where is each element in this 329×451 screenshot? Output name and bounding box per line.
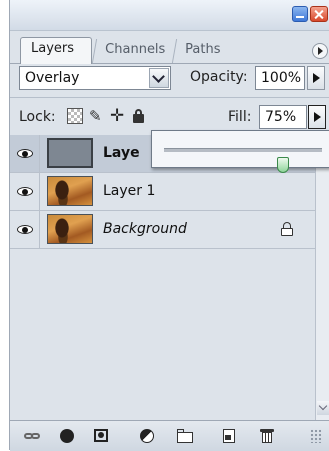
minimize-icon[interactable] bbox=[292, 6, 308, 22]
divider bbox=[10, 97, 329, 98]
layer-name: Laye bbox=[103, 145, 140, 161]
fill-slider-popup bbox=[151, 130, 329, 173]
eye-icon bbox=[17, 225, 33, 234]
tab-paths-label: Paths bbox=[185, 42, 221, 57]
new-layer-icon[interactable] bbox=[220, 428, 238, 444]
blend-mode-select[interactable]: Overlay bbox=[19, 66, 171, 90]
lock-position-move-icon[interactable]: ✛ bbox=[110, 108, 126, 125]
trash-icon[interactable] bbox=[258, 428, 276, 444]
layer-name: Background bbox=[103, 221, 187, 237]
visibility-toggle[interactable] bbox=[10, 135, 40, 172]
tab-channels[interactable]: Channels bbox=[91, 39, 179, 63]
visibility-toggle[interactable] bbox=[10, 211, 40, 248]
resize-grip-icon[interactable] bbox=[310, 429, 322, 443]
layer-thumbnail bbox=[47, 176, 93, 206]
layer-row[interactable]: Background bbox=[10, 211, 315, 249]
tab-paths[interactable]: Paths bbox=[171, 39, 239, 63]
close-icon[interactable] bbox=[310, 6, 328, 22]
chevron-down-icon[interactable] bbox=[149, 68, 169, 88]
layers-toolbar bbox=[10, 420, 329, 451]
panel-titlebar bbox=[10, 0, 329, 31]
visibility-toggle[interactable] bbox=[10, 173, 40, 210]
lock-label: Lock: bbox=[19, 109, 56, 125]
new-group-folder-icon[interactable] bbox=[176, 428, 194, 444]
layer-thumbnail bbox=[47, 214, 93, 244]
layer-row[interactable]: Layer 1 bbox=[10, 173, 315, 211]
link-layers-icon[interactable] bbox=[24, 428, 42, 444]
tab-layers[interactable]: Layers bbox=[20, 37, 92, 64]
eye-icon bbox=[17, 149, 33, 158]
layers-scrollbar[interactable] bbox=[315, 135, 329, 420]
layer-style-fx-icon[interactable] bbox=[58, 428, 76, 444]
opacity-slider-arrow-icon[interactable] bbox=[307, 66, 325, 90]
fill-label: Fill: bbox=[228, 109, 252, 125]
add-mask-icon[interactable] bbox=[92, 428, 110, 444]
lock-icon bbox=[280, 222, 294, 236]
panel-tabs: Layers Channels Paths bbox=[10, 35, 329, 64]
layer-name: Layer 1 bbox=[103, 183, 156, 199]
layer-thumbnail bbox=[47, 138, 93, 168]
panel-menu-arrow-icon[interactable] bbox=[312, 43, 328, 59]
tab-channels-label: Channels bbox=[105, 42, 166, 57]
fill-input[interactable]: 75% bbox=[259, 105, 307, 129]
opacity-input[interactable]: 100% bbox=[255, 66, 305, 90]
layers-panel: Layers Channels Paths Overlay Opacity: 1… bbox=[9, 0, 329, 451]
blend-mode-value: Overlay bbox=[25, 70, 80, 86]
lock-transparency-icon[interactable] bbox=[67, 108, 83, 124]
opacity-label: Opacity: bbox=[190, 69, 248, 85]
adjustment-layer-icon[interactable] bbox=[138, 428, 156, 444]
eye-icon bbox=[17, 187, 33, 196]
fill-slider-track[interactable] bbox=[164, 148, 322, 173]
lock-pixels-brush-icon[interactable]: ✎ bbox=[89, 108, 105, 124]
fill-slider-arrow-icon[interactable] bbox=[308, 105, 326, 129]
lock-all-padlock-icon[interactable] bbox=[131, 108, 147, 124]
scroll-down-icon[interactable] bbox=[317, 401, 329, 415]
fill-slider-thumb[interactable] bbox=[276, 157, 289, 173]
